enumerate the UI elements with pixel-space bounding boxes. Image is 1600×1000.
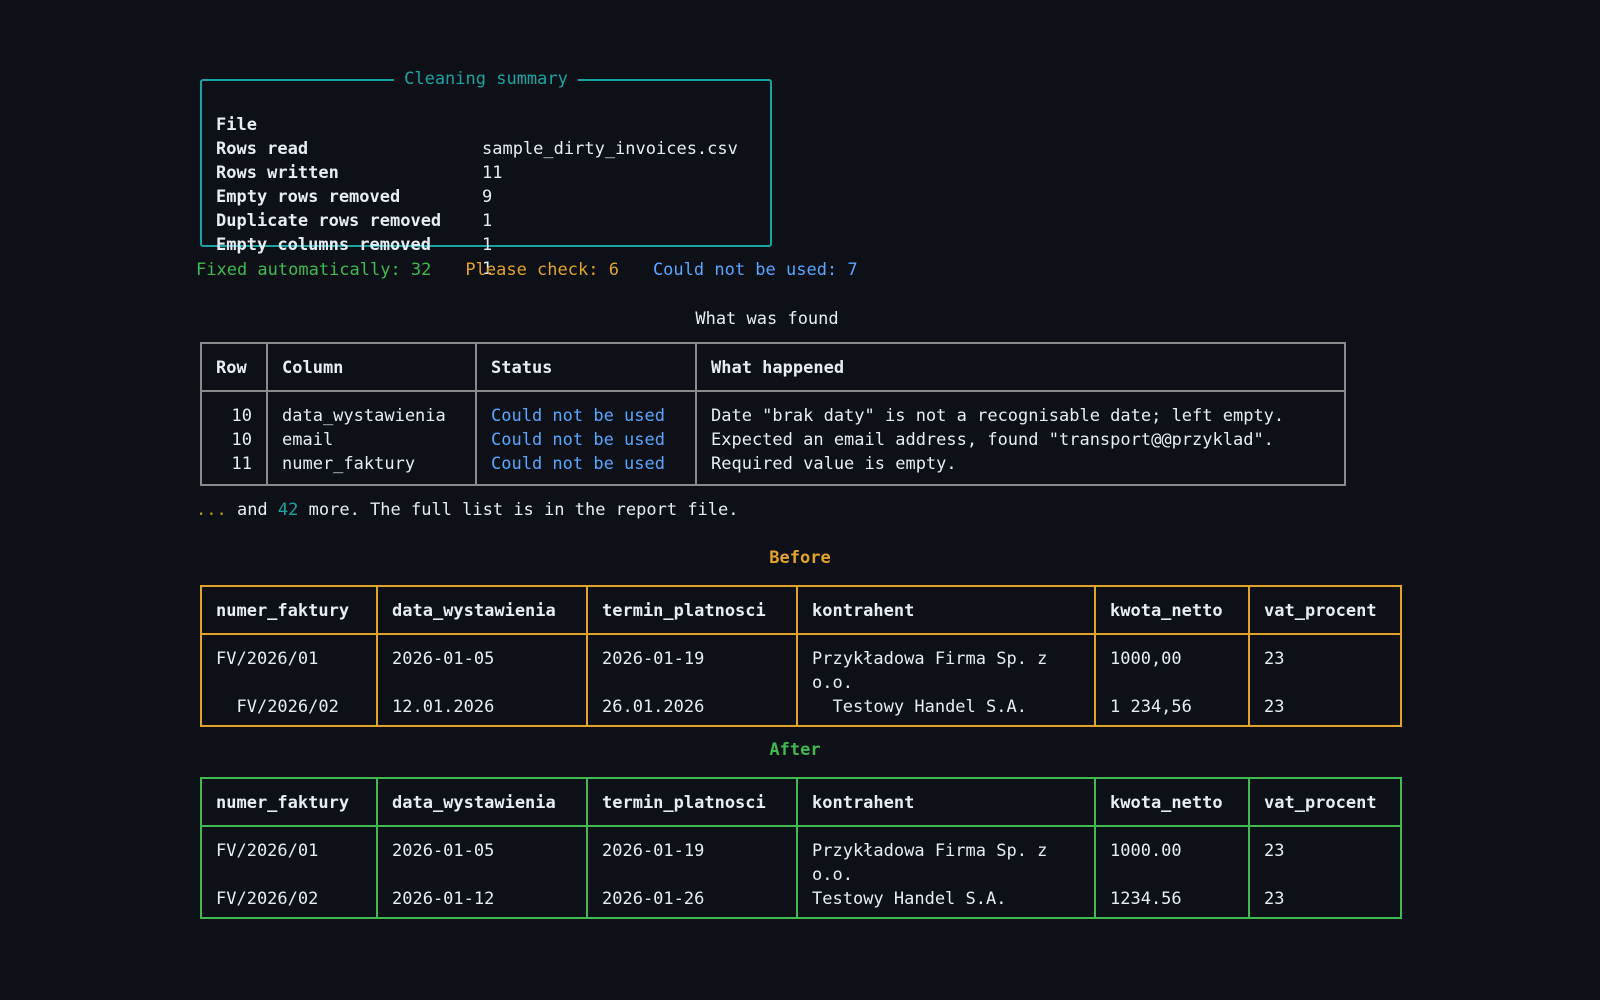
column-header: kwota_netto bbox=[1096, 587, 1250, 635]
table-cell: Testowy Handel S.A. bbox=[798, 695, 1096, 725]
summary-row-empty-rows: Empty rows removed 1 bbox=[216, 161, 492, 231]
table-cell: 1 234,56 bbox=[1096, 695, 1250, 725]
fixed-count: Fixed automatically: 32 bbox=[196, 260, 432, 280]
column-header: vat_procent bbox=[1250, 779, 1400, 827]
table-row: FV/2026/02 12.01.2026 26.01.2026 Testowy… bbox=[202, 695, 1400, 725]
what-happened: Required value is empty. bbox=[711, 454, 957, 474]
table-cell: 23 bbox=[1264, 649, 1285, 669]
column-name: numer_faktury bbox=[268, 452, 477, 484]
table-header-row: numer_faktury data_wystawienia termin_pl… bbox=[202, 779, 1400, 827]
table-row: 10 data_wystawienia Could not be used Da… bbox=[202, 392, 1344, 428]
column-header: data_wystawienia bbox=[378, 779, 588, 827]
table-header-row: numer_faktury data_wystawienia termin_pl… bbox=[202, 587, 1400, 635]
column-header: What happened bbox=[697, 344, 1344, 392]
row-number: 10 bbox=[202, 428, 268, 452]
column-header: numer_faktury bbox=[202, 587, 378, 635]
table-cell: 12.01.2026 bbox=[378, 695, 588, 725]
table-cell: 2026-01-05 bbox=[378, 635, 588, 695]
table-cell: 2026-01-05 bbox=[378, 827, 588, 887]
what-happened: Expected an email address, found "transp… bbox=[711, 430, 1274, 450]
status-cell: Could not be used bbox=[477, 392, 697, 428]
check-count: Please check: 6 bbox=[465, 260, 619, 280]
table-cell: 2026-01-19 bbox=[588, 827, 798, 887]
column-header: termin_platnosci bbox=[588, 587, 798, 635]
column-header: kwota_netto bbox=[1096, 779, 1250, 827]
ellipsis: ... bbox=[196, 500, 227, 520]
summary-row-empty-columns: Empty columns removed 1 bbox=[216, 209, 492, 279]
table-row: FV/2026/01 2026-01-05 2026-01-19 Przykła… bbox=[202, 827, 1400, 887]
summary-value: 1 bbox=[482, 235, 493, 255]
table-cell: 23 bbox=[1264, 697, 1285, 717]
status-counts: Fixed automatically: 32 Please check: 6 Co… bbox=[196, 258, 858, 282]
summary-row-file: File sample_dirty_invoices.csv bbox=[216, 89, 738, 159]
table-cell: FV/2026/01 bbox=[202, 635, 378, 695]
table-cell: 1000.00 bbox=[1096, 827, 1250, 887]
table-row: FV/2026/01 2026-01-05 2026-01-19 Przykła… bbox=[202, 635, 1400, 695]
column-header: termin_platnosci bbox=[588, 779, 798, 827]
cleaning-summary-title: Cleaning summary bbox=[202, 68, 770, 90]
table-cell: 26.01.2026 bbox=[588, 695, 798, 725]
table-row: FV/2026/02 2026-01-12 2026-01-26 Testowy… bbox=[202, 887, 1400, 917]
before-table: numer_faktury data_wystawienia termin_pl… bbox=[200, 585, 1402, 727]
table-cell: 2026-01-26 bbox=[588, 887, 798, 917]
table-cell: Przykładowa Firma Sp. z o.o. bbox=[798, 635, 1096, 695]
found-title: What was found bbox=[695, 309, 839, 329]
table-cell: 2026-01-19 bbox=[588, 635, 798, 695]
column-header: vat_procent bbox=[1250, 587, 1400, 635]
before-title: Before bbox=[769, 548, 831, 568]
column-header: Column bbox=[268, 344, 477, 392]
table-cell: FV/2026/01 bbox=[202, 827, 378, 887]
table-cell: Przykładowa Firma Sp. z o.o. bbox=[798, 827, 1096, 887]
column-header: kontrahent bbox=[798, 587, 1096, 635]
status-cell: Could not be used bbox=[477, 428, 697, 452]
summary-row-rows-written: Rows written 9 bbox=[216, 137, 492, 207]
table-cell: 23 bbox=[1264, 889, 1285, 909]
unused-count: Could not be used: 7 bbox=[652, 260, 858, 280]
table-cell: 1000,00 bbox=[1096, 635, 1250, 695]
more-issues-note: ... and 42 more. The full list is in the… bbox=[196, 500, 739, 520]
summary-value: sample_dirty_invoices.csv bbox=[482, 139, 738, 159]
summary-row-rows-read: Rows read 11 bbox=[216, 113, 502, 183]
after-title: After bbox=[769, 740, 821, 760]
table-header-row: Row Column Status What happened bbox=[202, 344, 1344, 392]
column-header: kontrahent bbox=[798, 779, 1096, 827]
column-name: email bbox=[268, 428, 477, 452]
found-table: Row Column Status What happened 10 data_… bbox=[200, 342, 1346, 486]
table-cell: FV/2026/02 bbox=[202, 695, 378, 725]
what-happened: Date "brak daty" is not a recognisable d… bbox=[711, 406, 1285, 426]
table-cell: 23 bbox=[1264, 841, 1285, 861]
table-cell: Testowy Handel S.A. bbox=[798, 887, 1096, 917]
table-row: 11 numer_faktury Could not be used Requi… bbox=[202, 452, 1344, 484]
column-name: data_wystawienia bbox=[268, 392, 477, 428]
summary-value: 11 bbox=[482, 163, 503, 183]
summary-key: Empty columns removed bbox=[216, 235, 431, 255]
summary-row-duplicate-rows: Duplicate rows removed 1 bbox=[216, 185, 492, 255]
after-table: numer_faktury data_wystawienia termin_pl… bbox=[200, 777, 1402, 919]
column-header: Row bbox=[202, 344, 268, 392]
summary-value: 1 bbox=[482, 211, 493, 231]
row-number: 10 bbox=[202, 392, 268, 428]
status-cell: Could not be used bbox=[477, 452, 697, 484]
more-count: 42 bbox=[277, 500, 299, 520]
column-header: Status bbox=[477, 344, 697, 392]
table-row: 10 email Could not be used Expected an e… bbox=[202, 428, 1344, 452]
summary-value: 9 bbox=[482, 187, 493, 207]
column-header: numer_faktury bbox=[202, 779, 378, 827]
table-cell: 2026-01-12 bbox=[378, 887, 588, 917]
row-number: 11 bbox=[202, 452, 268, 484]
table-cell: 1234.56 bbox=[1096, 887, 1250, 917]
cleaning-summary-panel: Cleaning summary File sample_dirty_invoi… bbox=[200, 69, 772, 279]
table-cell: FV/2026/02 bbox=[202, 887, 378, 917]
column-header: data_wystawienia bbox=[378, 587, 588, 635]
